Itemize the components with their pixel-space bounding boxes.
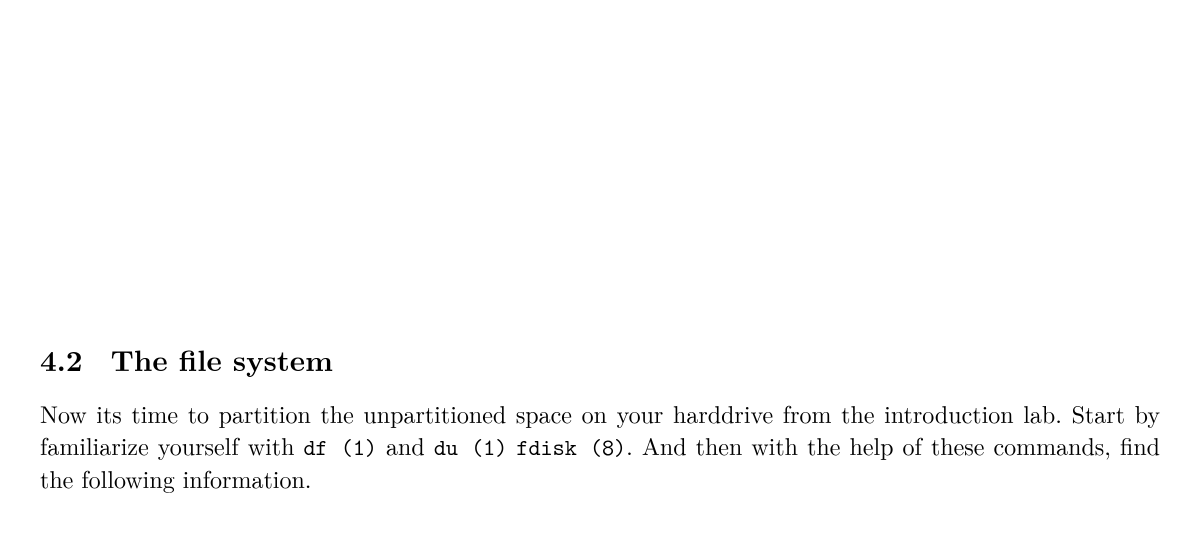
section-heading: 4.2 The file system — [40, 338, 1160, 380]
document-section: 4.2 The file system Now its time to part… — [40, 338, 1160, 495]
section-paragraph: Now its time to partition the unpartitio… — [40, 398, 1160, 495]
paragraph-text-2: and — [377, 428, 434, 462]
section-number: 4.2 — [40, 338, 83, 380]
command-du: du (1) — [434, 433, 508, 463]
command-df: df (1) — [303, 433, 377, 463]
section-title: The file system — [111, 338, 333, 380]
command-fdisk: fdisk (8) — [516, 433, 626, 463]
